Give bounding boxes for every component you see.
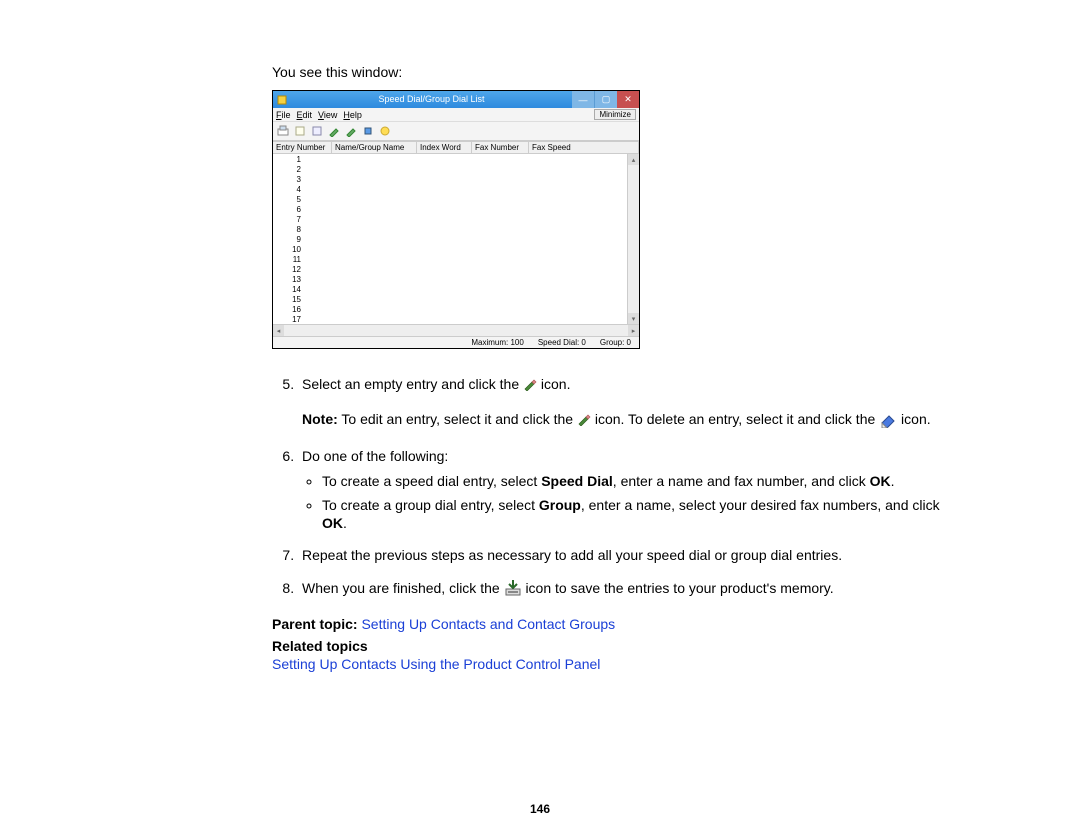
- toolbar-icon-2[interactable]: [293, 124, 307, 138]
- page-number: 146: [0, 802, 1080, 816]
- window-titlebar: Speed Dial/Group Dial List — ▢ ✕: [273, 91, 639, 108]
- scroll-left-icon[interactable]: ◂: [273, 325, 284, 336]
- col-entry-number[interactable]: Entry Number: [273, 142, 332, 153]
- minimize-icon[interactable]: —: [572, 91, 594, 108]
- vertical-scrollbar[interactable]: ▴ ▾: [627, 154, 639, 324]
- bullet-speed-dial: To create a speed dial entry, select Spe…: [322, 472, 944, 490]
- toolbar-icon-3[interactable]: [310, 124, 324, 138]
- intro-text: You see this window:: [272, 64, 944, 80]
- step-8: When you are finished, click the icon to…: [298, 579, 944, 602]
- menu-view[interactable]: View: [318, 110, 337, 120]
- toolbar-icon-5[interactable]: [344, 124, 358, 138]
- close-icon[interactable]: ✕: [617, 91, 639, 108]
- related-topic-link[interactable]: Setting Up Contacts Using the Product Co…: [272, 656, 944, 672]
- maximize-icon[interactable]: ▢: [594, 91, 617, 108]
- status-group: Group: 0: [600, 338, 631, 347]
- eraser-icon: [879, 410, 897, 433]
- bullet-group-dial: To create a group dial entry, select Gro…: [322, 496, 944, 532]
- steps-list: Select an empty entry and click the icon…: [272, 375, 944, 602]
- step-6: Do one of the following: To create a spe…: [298, 447, 944, 532]
- status-bar: Maximum: 100 Speed Dial: 0 Group: 0: [273, 336, 639, 348]
- window-title: Speed Dial/Group Dial List: [291, 91, 572, 108]
- toolbar: [273, 122, 639, 141]
- menu-file[interactable]: File: [276, 110, 291, 120]
- toolbar-icon-7[interactable]: [378, 124, 392, 138]
- parent-topic-link[interactable]: Setting Up Contacts and Contact Groups: [361, 616, 615, 632]
- toolbar-icon-1[interactable]: [276, 124, 290, 138]
- col-index-word[interactable]: Index Word: [417, 142, 472, 153]
- menu-edit[interactable]: Edit: [297, 110, 313, 120]
- pencil-icon: [577, 412, 591, 431]
- col-name-group[interactable]: Name/Group Name: [332, 142, 417, 153]
- toolbar-icon-6[interactable]: [361, 124, 375, 138]
- status-speed-dial: Speed Dial: 0: [538, 338, 586, 347]
- menu-help[interactable]: Help: [343, 110, 362, 120]
- col-fax-speed[interactable]: Fax Speed: [529, 142, 639, 153]
- table-body[interactable]: 1 2 3 4 5 6 7 8 9 10 11 12 13 14 15 16 1: [273, 154, 639, 324]
- page: You see this window: Speed Dial/Group Di…: [0, 0, 1080, 834]
- minimize-button[interactable]: Minimize: [594, 109, 636, 120]
- screenshot-window: Speed Dial/Group Dial List — ▢ ✕ File Ed…: [272, 90, 640, 349]
- app-icon: [273, 91, 291, 108]
- save-to-device-icon: [504, 579, 522, 602]
- related-topics-heading: Related topics: [272, 638, 944, 654]
- menu-bar: File Edit View Help Minimize: [273, 108, 639, 122]
- horizontal-scrollbar[interactable]: ◂ ▸: [273, 324, 639, 336]
- pencil-icon: [523, 377, 537, 396]
- scroll-up-icon[interactable]: ▴: [628, 154, 639, 165]
- col-fax-number[interactable]: Fax Number: [472, 142, 529, 153]
- status-max: Maximum: 100: [471, 338, 523, 347]
- parent-topic: Parent topic: Setting Up Contacts and Co…: [272, 616, 944, 632]
- table-header: Entry Number Name/Group Name Index Word …: [273, 141, 639, 154]
- scroll-down-icon[interactable]: ▾: [628, 313, 639, 324]
- step-7: Repeat the previous steps as necessary t…: [298, 546, 944, 565]
- step-5: Select an empty entry and click the icon…: [298, 375, 944, 433]
- note-label: Note:: [302, 411, 338, 427]
- toolbar-icon-4[interactable]: [327, 124, 341, 138]
- scroll-right-icon[interactable]: ▸: [628, 325, 639, 336]
